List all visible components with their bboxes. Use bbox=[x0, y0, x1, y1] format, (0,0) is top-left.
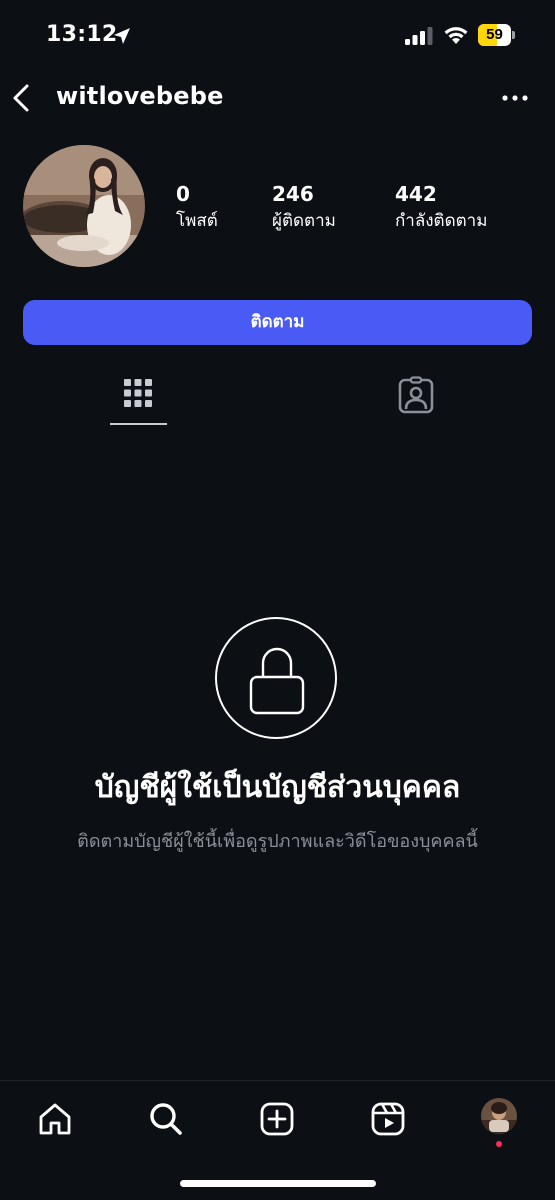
profile-tab-avatar[interactable] bbox=[481, 1098, 517, 1134]
stat-number: 442 bbox=[395, 182, 437, 206]
tab-posts-grid[interactable] bbox=[110, 372, 167, 426]
stat-following[interactable]: 442 กำลังติดตาม bbox=[395, 182, 487, 234]
notification-dot bbox=[496, 1141, 502, 1147]
lock-icon bbox=[249, 647, 305, 715]
private-account-title: บัญชีผู้ใช้เป็นบัญชีส่วนบุคคล bbox=[94, 770, 461, 805]
stat-posts: 0 โพสต์ bbox=[176, 182, 218, 234]
reels-icon[interactable] bbox=[370, 1101, 406, 1137]
stat-number: 246 bbox=[272, 182, 314, 206]
tagged-person-icon[interactable] bbox=[396, 376, 436, 416]
profile-photo bbox=[23, 145, 145, 267]
stat-label: กำลังติดตาม bbox=[395, 211, 488, 231]
profile-header: witlovebebe bbox=[0, 70, 555, 126]
battery-indicator: 59 bbox=[478, 24, 516, 46]
profile-avatar[interactable] bbox=[23, 145, 145, 267]
tab-active-indicator bbox=[110, 423, 167, 425]
home-icon[interactable] bbox=[37, 1101, 73, 1137]
profile-username: witlovebebe bbox=[56, 82, 224, 110]
home-indicator bbox=[180, 1180, 376, 1187]
location-arrow-icon bbox=[114, 28, 130, 44]
stat-label: ผู้ติดตาม bbox=[272, 211, 336, 231]
more-options-icon[interactable] bbox=[500, 86, 530, 110]
status-bar: 13:12 59 bbox=[0, 0, 555, 70]
status-time: 13:12 bbox=[46, 22, 118, 47]
wifi-icon bbox=[444, 27, 468, 44]
grid-icon bbox=[124, 379, 152, 407]
stat-label: โพสต์ bbox=[176, 211, 218, 231]
follow-button[interactable]: ติดตาม bbox=[23, 300, 532, 345]
stat-followers[interactable]: 246 ผู้ติดตาม bbox=[272, 182, 336, 234]
search-icon[interactable] bbox=[148, 1101, 184, 1137]
create-post-icon[interactable] bbox=[259, 1101, 295, 1137]
battery-level: 59 bbox=[486, 26, 503, 43]
battery-cap bbox=[512, 31, 515, 39]
stat-number: 0 bbox=[176, 182, 190, 206]
private-account-description: ติดตามบัญชีผู้ใช้นี้เพื่อดูรูปภาพและวิดี… bbox=[77, 831, 478, 852]
back-chevron-icon[interactable] bbox=[10, 82, 34, 114]
profile-thumbnail bbox=[481, 1098, 517, 1134]
cellular-signal-icon bbox=[405, 27, 433, 45]
lock-badge bbox=[215, 617, 337, 739]
